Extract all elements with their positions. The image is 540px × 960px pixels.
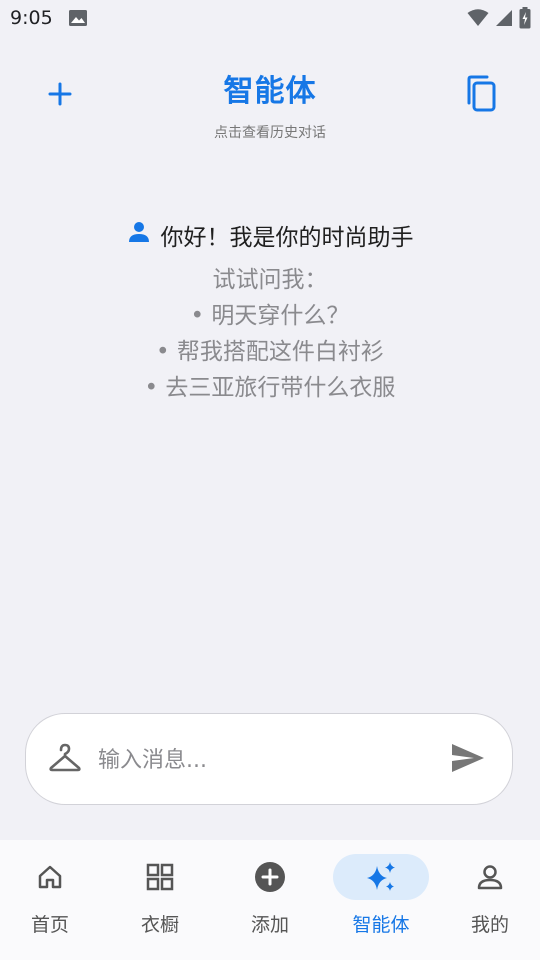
wifi-icon [467, 9, 489, 31]
nav-item-add[interactable]: 添加 [220, 854, 320, 950]
bottom-nav: 首页 衣橱 添加 智能体 我的 [0, 840, 540, 960]
home-icon [2, 854, 98, 900]
copy-icon [463, 75, 497, 117]
image-icon [68, 9, 88, 31]
nav-item-home[interactable]: 首页 [0, 854, 100, 950]
nav-item-wardrobe[interactable]: 衣橱 [110, 854, 210, 950]
nav-label: 首页 [30, 914, 69, 936]
history-hint[interactable]: 点击查看历史对话 [0, 122, 540, 142]
hint-item: • 去三亚旅行带什么衣服 [144, 375, 396, 401]
hint-title: 试试问我： [212, 267, 328, 293]
nav-item-agent[interactable]: 智能体 [331, 854, 431, 950]
cell-signal-icon [495, 9, 513, 31]
nav-item-profile[interactable]: 我的 [440, 854, 540, 950]
add-circle-icon [222, 854, 318, 900]
nav-label: 衣橱 [140, 914, 179, 936]
sparkle-icon [333, 854, 429, 900]
nav-label: 我的 [470, 914, 509, 936]
hint-item: • 帮我搭配这件白衬衫 [156, 339, 384, 365]
status-time: 9:05 [10, 7, 53, 29]
grid-icon [112, 854, 208, 900]
greeting-row: 你好！我是你的时尚助手 [127, 218, 414, 252]
battery-charging-icon [519, 7, 531, 33]
hanger-icon[interactable] [48, 742, 82, 776]
greeting-text: 你好！我是你的时尚助手 [160, 225, 414, 251]
hint-item: • 明天穿什么？ [190, 303, 350, 329]
nav-label: 添加 [250, 914, 289, 936]
history-button[interactable] [458, 74, 502, 118]
header: 智能体 点击查看历史对话 [0, 60, 540, 150]
person-icon [127, 220, 151, 250]
message-input-bar [25, 713, 513, 805]
hint-list: 试试问我： • 明天穿什么？ • 帮我搭配这件白衬衫 • 去三亚旅行带什么衣服 [0, 262, 540, 406]
welcome-message: 你好！我是你的时尚助手 试试问我： • 明天穿什么？ • 帮我搭配这件白衬衫 •… [0, 218, 540, 406]
send-icon[interactable] [450, 742, 488, 780]
nav-label: 智能体 [352, 914, 410, 936]
person-icon [442, 854, 538, 900]
status-bar: 9:05 [0, 0, 540, 40]
message-input[interactable] [96, 738, 440, 782]
